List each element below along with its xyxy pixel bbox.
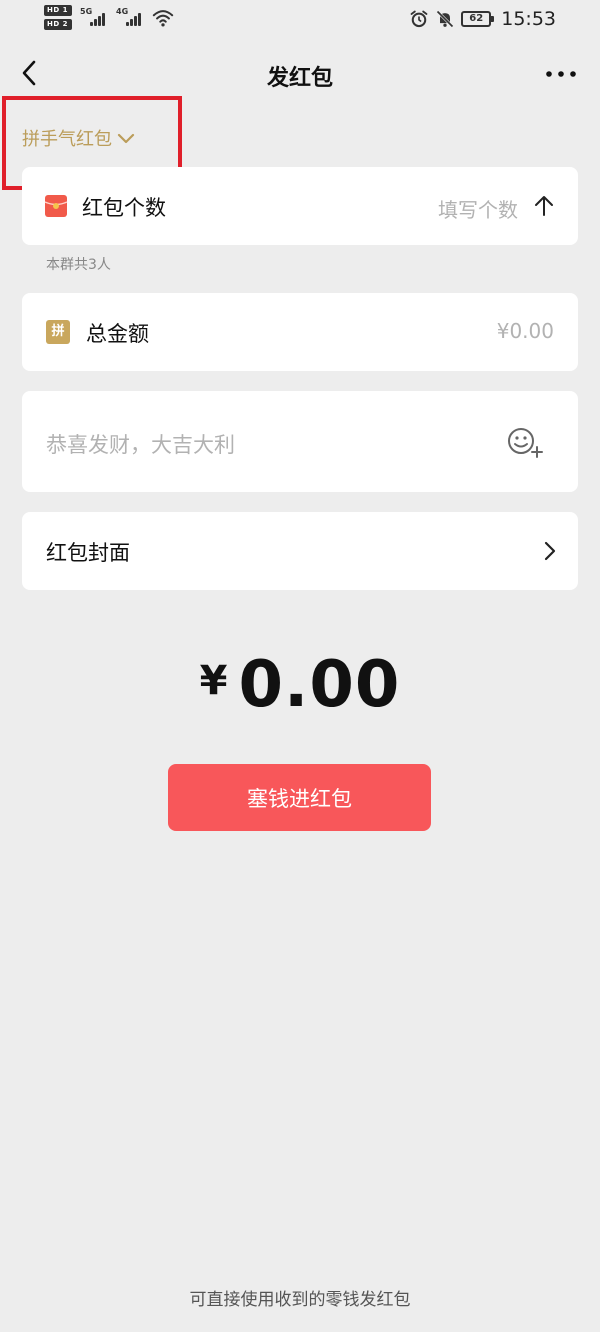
total-amount-label: 总金额 xyxy=(86,322,149,346)
arrow-up-icon xyxy=(535,196,553,216)
total-amount-display: ¥0.00 xyxy=(0,648,600,722)
battery-level: 62 xyxy=(461,11,495,27)
greeting-message-input[interactable]: 恭喜发财，大吉大利 xyxy=(46,429,235,459)
chevron-right-icon xyxy=(544,541,556,561)
status-bar-left: HD 1 HD 2 5G 4G xyxy=(44,5,174,30)
status-bar-right: 62 15:53 xyxy=(409,8,556,30)
hd-indicators: HD 1 HD 2 xyxy=(44,5,72,30)
currency-symbol: ¥ xyxy=(199,658,229,704)
more-icon xyxy=(546,71,576,77)
amount-number: 0.00 xyxy=(238,648,401,722)
send-red-packet-page: HD 1 HD 2 5G 4G 62 15:53 发红包 拼手气红包 红包个数 … xyxy=(0,0,600,1332)
footer-note: 可直接使用收到的零钱发红包 xyxy=(189,1290,411,1310)
packet-type-label: 拼手气红包 xyxy=(22,129,112,150)
total-amount-row[interactable]: 拼 总金额 ¥0.00 xyxy=(22,293,578,371)
alarm-icon xyxy=(410,10,428,28)
signal-2-icon: 4G xyxy=(116,7,144,29)
group-member-hint: 本群共3人 xyxy=(46,257,111,273)
lucky-badge-icon: 拼 xyxy=(46,320,70,344)
packet-cover-label: 红包封面 xyxy=(46,541,130,565)
clock-time: 15:53 xyxy=(501,8,556,30)
hd-badge-2: HD 2 xyxy=(44,19,72,30)
more-button[interactable] xyxy=(544,60,578,88)
total-amount-input[interactable]: ¥0.00 xyxy=(497,319,554,343)
packet-count-label: 红包个数 xyxy=(82,196,166,220)
status-bar: HD 1 HD 2 5G 4G 62 15:53 xyxy=(0,0,600,40)
packet-cover-row[interactable]: 红包封面 xyxy=(22,512,578,590)
page-title: 发红包 xyxy=(266,66,333,91)
signal-1-icon: 5G xyxy=(80,7,108,29)
packet-count-row[interactable]: 红包个数 填写个数 xyxy=(22,167,578,245)
nav-header: 发红包 xyxy=(0,46,600,102)
wifi-icon xyxy=(152,9,174,27)
total-amount-value: ¥0.00 xyxy=(200,648,401,722)
network-type-1: 5G xyxy=(80,6,93,16)
emoji-add-icon[interactable] xyxy=(506,425,544,459)
hd-badge-1: HD 1 xyxy=(44,5,72,16)
packet-count-input[interactable]: 填写个数 xyxy=(438,194,518,223)
packet-type-selector[interactable]: 拼手气红包 xyxy=(22,122,136,154)
network-type-2: 4G xyxy=(116,6,129,16)
greeting-message-row: 恭喜发财，大吉大利 xyxy=(22,391,578,492)
chevron-down-icon xyxy=(117,133,135,144)
red-packet-icon xyxy=(44,195,68,217)
mute-bell-icon xyxy=(436,10,454,28)
put-money-button[interactable]: 塞钱进红包 xyxy=(168,764,431,831)
